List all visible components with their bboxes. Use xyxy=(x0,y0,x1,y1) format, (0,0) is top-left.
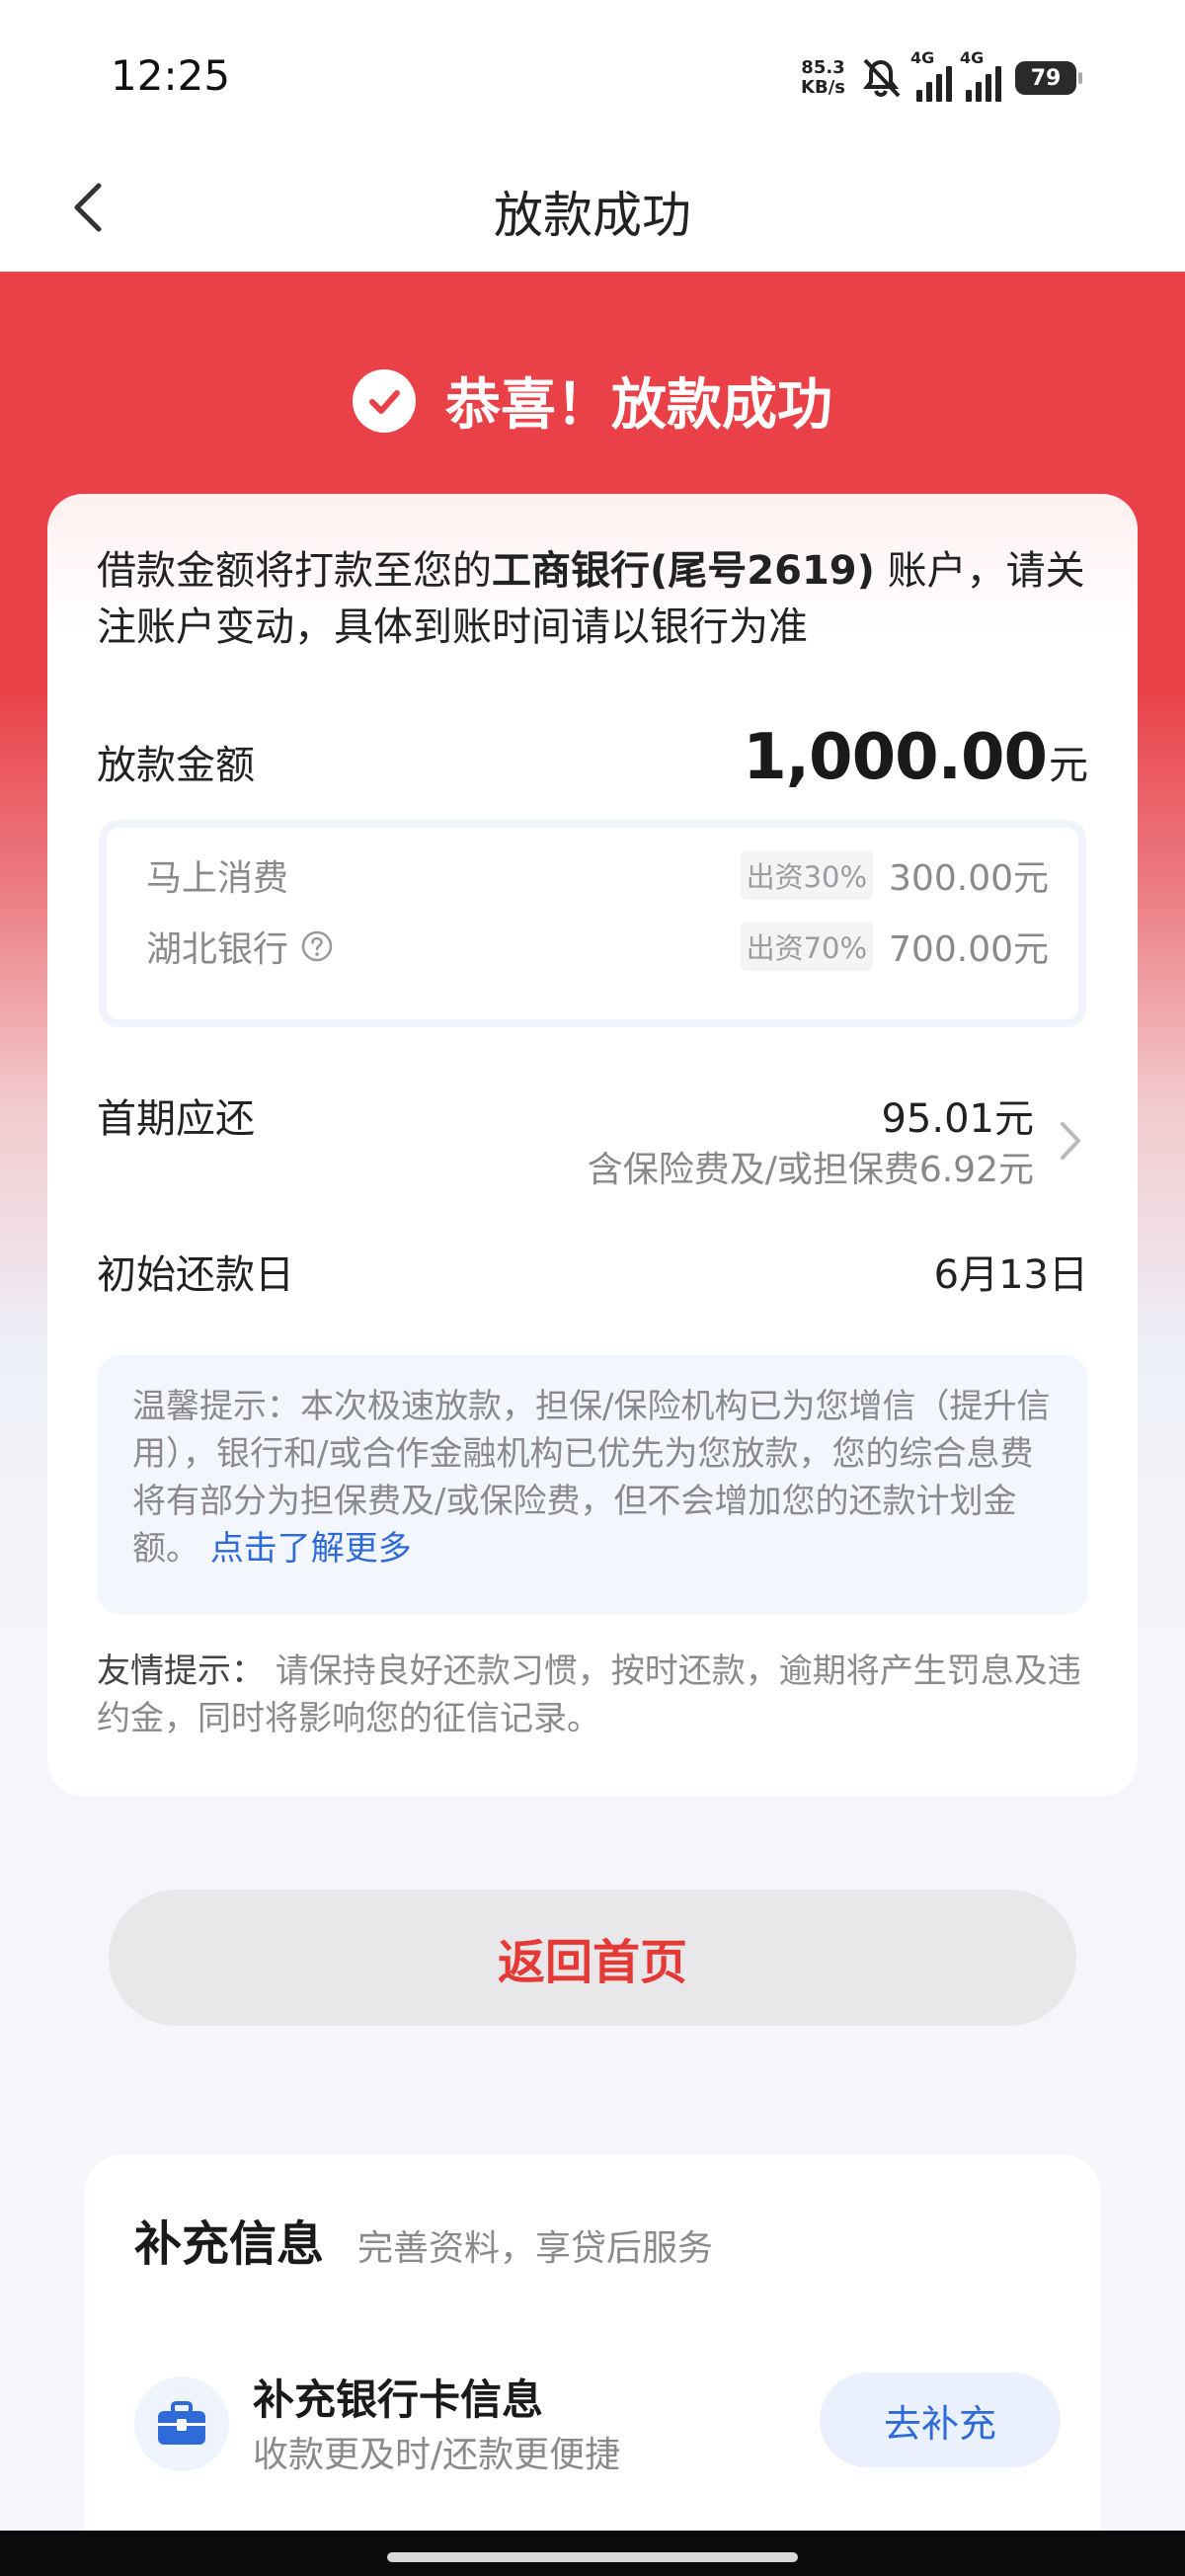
first-repayment-row[interactable]: 首期应还 95.01元 含保险费及/或担保费6.92元 xyxy=(97,1087,1088,1205)
funder-values: 出资30% 300.00元 xyxy=(740,849,1049,901)
page: 12:25 85.3 KB/s 4G 4G 79 放款成功 恭喜！放款成功 借款… xyxy=(0,0,1185,2576)
gesture-bar-area xyxy=(0,2531,1185,2576)
check-circle-icon xyxy=(353,368,416,433)
signal-2-icon: 4G xyxy=(960,48,1001,102)
funder-share-badge: 出资70% xyxy=(740,922,874,971)
loan-amount-unit: 元 xyxy=(1049,743,1088,788)
warm-tips-box: 温馨提示：本次极速放款，担保/保险机构已为您增信（提升信用），银行和/或合作金融… xyxy=(97,1355,1088,1614)
loan-amount-row: 放款金额 1,000.00元 xyxy=(97,721,1088,794)
nav-bar: 放款成功 xyxy=(0,148,1185,272)
repay-date-row: 初始还款日 6月13日 xyxy=(97,1243,1088,1300)
supplement-header: 补充信息 完善资料，享贷后服务 xyxy=(134,2205,713,2274)
signal-1-label: 4G xyxy=(910,48,935,67)
briefcase-icon xyxy=(134,2376,229,2471)
repay-date-label: 初始还款日 xyxy=(97,1252,294,1298)
funder-row: 湖北银行 出资70% 700.00元 xyxy=(146,921,1049,972)
supplement-subtitle: 完善资料，享贷后服务 xyxy=(357,2228,714,2269)
status-bar: 12:25 85.3 KB/s 4G 4G 79 xyxy=(0,0,1185,148)
notice-bank: 工商银行(尾号2619) xyxy=(492,548,875,594)
add-bank-card-subtitle: 收款更及时/还款更便捷 xyxy=(253,2435,621,2475)
add-bank-card-item: 补充银行卡信息 收款更及时/还款更便捷 去补充 xyxy=(134,2363,1061,2481)
funder-row: 马上消费 出资30% 300.00元 xyxy=(146,849,1049,901)
success-title: 恭喜！放款成功 xyxy=(445,373,832,438)
first-repayment-label: 首期应还 xyxy=(97,1096,255,1142)
go-supplement-button[interactable]: 去补充 xyxy=(820,2373,1061,2467)
first-repayment-amount: 95.01元 xyxy=(881,1096,1034,1142)
funder-amount: 700.00元 xyxy=(889,929,1049,970)
page-title: 放款成功 xyxy=(494,187,691,244)
loan-amount-label: 放款金额 xyxy=(97,743,255,788)
first-repayment-note: 含保险费及/或担保费6.92元 xyxy=(587,1150,1034,1190)
funder-share-badge: 出资30% xyxy=(740,850,874,900)
question-help-icon[interactable] xyxy=(300,929,334,963)
funder-split-box: 马上消费 出资30% 300.00元 湖北银行 出资70% 700.00元 xyxy=(99,820,1086,1027)
learn-more-link[interactable]: 点击了解更多 xyxy=(210,1529,412,1569)
funder-amount: 300.00元 xyxy=(889,858,1049,899)
status-time: 12:25 xyxy=(111,51,231,100)
supplement-info-card: 补充信息 完善资料，享贷后服务 补充银行卡信息 收款更及时/还款更便捷 去补充 xyxy=(85,2155,1100,2576)
network-speed-unit: KB/s xyxy=(801,77,845,98)
notice-prefix: 借款金额将打款至您的 xyxy=(97,548,492,594)
loan-detail-card: 借款金额将打款至您的工商银行(尾号2619) 账户，请关注账户变动，具体到账时间… xyxy=(47,494,1138,1796)
signal-1-icon: 4G xyxy=(910,48,952,102)
battery-icon: 79 xyxy=(1015,61,1082,95)
funder-name: 湖北银行 xyxy=(146,929,289,970)
loan-amount-value: 1,000.00元 xyxy=(743,721,1088,794)
home-indicator[interactable] xyxy=(387,2552,798,2562)
chevron-right-icon xyxy=(1061,1122,1080,1160)
signal-2-label: 4G xyxy=(960,48,985,67)
friendly-reminder: 友情提示： 请保持良好还款习惯，按时还款，逾期将产生罚息及违约金，同时将影响您的… xyxy=(97,1648,1094,1742)
network-speed-value: 85.3 xyxy=(801,57,845,78)
add-bank-card-title: 补充银行卡信息 xyxy=(253,2375,544,2424)
network-speed: 85.3 KB/s xyxy=(801,58,845,98)
loan-amount-number: 1,000.00 xyxy=(743,721,1048,794)
repay-date-value: 6月13日 xyxy=(933,1252,1088,1298)
return-home-button[interactable]: 返回首页 xyxy=(109,1890,1076,2026)
status-icons: 85.3 KB/s 4G 4G 79 xyxy=(801,48,1082,105)
friendly-reminder-label: 友情提示： xyxy=(97,1651,265,1691)
supplement-title: 补充信息 xyxy=(134,2216,325,2272)
funder-name-wrap: 湖北银行 xyxy=(146,921,334,972)
funder-name: 马上消费 xyxy=(146,858,289,899)
funder-values: 出资70% 700.00元 xyxy=(740,921,1049,972)
mute-bell-icon xyxy=(862,58,901,98)
success-header: 恭喜！放款成功 xyxy=(0,361,1185,441)
disbursement-notice: 借款金额将打款至您的工商银行(尾号2619) 账户，请关注账户变动，具体到账时间… xyxy=(97,543,1094,656)
